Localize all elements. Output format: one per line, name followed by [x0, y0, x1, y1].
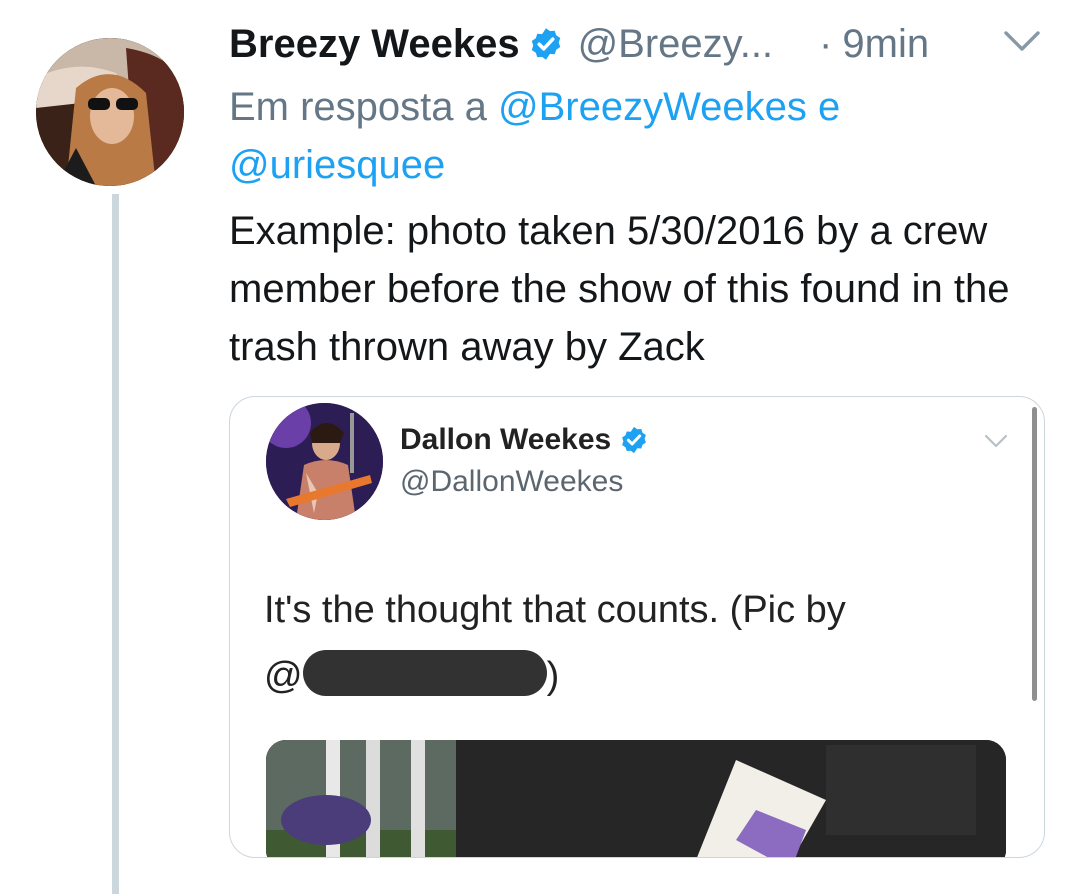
- quoted-author-handle[interactable]: @DallonWeekes: [400, 465, 623, 499]
- author-avatar[interactable]: [36, 38, 184, 186]
- reply-mention-link[interactable]: @BreezyWeekes: [498, 85, 807, 129]
- quoted-author-avatar[interactable]: [266, 403, 383, 520]
- reply-mention-link[interactable]: @uriesquee: [229, 143, 445, 187]
- chevron-down-icon[interactable]: [1002, 28, 1042, 54]
- author-handle[interactable]: @Breezy...: [578, 22, 773, 67]
- quoted-text-line: It's the thought that counts. (Pic by: [264, 589, 846, 631]
- reply-context: Em resposta a @BreezyWeekes e @uriesquee: [229, 78, 1009, 194]
- tweet-header: Breezy Weekes @Breezy... · 9min: [229, 16, 929, 72]
- tweet-timestamp[interactable]: 9min: [842, 22, 929, 67]
- quoted-mention-suffix: ): [546, 655, 560, 697]
- quoted-tweet-photo[interactable]: [266, 740, 1006, 857]
- reply-prefix: Em resposta a: [229, 85, 487, 129]
- chevron-down-icon[interactable]: [983, 433, 1009, 449]
- time-separator: ·: [819, 21, 833, 66]
- reply-conjunction: e: [818, 85, 841, 129]
- author-name[interactable]: Breezy Weekes: [229, 22, 520, 67]
- quoted-mention-prefix: @: [264, 655, 303, 697]
- verified-badge-icon: [619, 425, 649, 455]
- quoted-tweet-card[interactable]: Dallon Weekes @DallonWeekes It's the tho…: [229, 396, 1045, 858]
- redacted-handle: [302, 650, 547, 696]
- scrollbar[interactable]: [1032, 407, 1037, 701]
- quoted-author-name-row: Dallon Weekes: [400, 423, 649, 457]
- tweet-text: Example: photo taken 5/30/2016 by a crew…: [229, 209, 1010, 369]
- quoted-tweet-text: It's the thought that counts. (Pic by @): [264, 577, 1004, 709]
- verified-badge-icon: [528, 26, 564, 62]
- thread-connector-line: [112, 194, 119, 894]
- quoted-author-name[interactable]: Dallon Weekes: [400, 423, 611, 457]
